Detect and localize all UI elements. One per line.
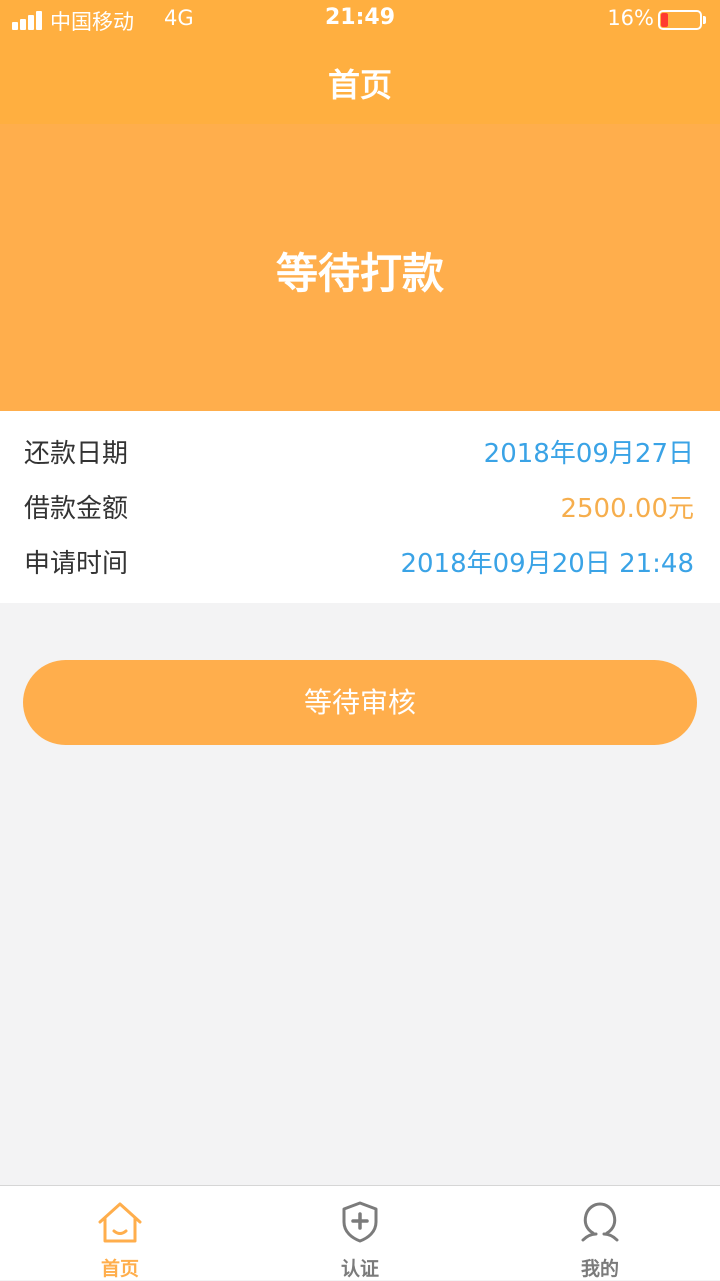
info-row-apply-time: 申请时间 2018年09月20日 21:48 [0, 533, 720, 589]
hero-banner: 等待打款 [0, 124, 720, 411]
info-row-loan-amount: 借款金额 2500.00元 [0, 478, 720, 534]
info-value: 2500.00元 [560, 494, 694, 524]
page-title: 首页 [327, 66, 392, 104]
tab-label: 我的 [580, 1258, 619, 1280]
tab-verify[interactable]: 认证 [240, 1186, 480, 1281]
loan-status-text: 等待打款 [275, 249, 444, 298]
battery-percent: 16% [607, 6, 654, 30]
pending-review-button[interactable]: 等待审核 [23, 660, 697, 745]
info-label: 申请时间 [24, 549, 129, 579]
shield-plus-icon [342, 1201, 378, 1243]
info-value: 2018年09月20日 21:48 [400, 549, 694, 579]
tab-mine[interactable]: 我的 [480, 1186, 720, 1281]
tab-bar: 首页 认证 我的 [0, 1185, 720, 1280]
tab-label: 首页 [100, 1258, 139, 1280]
user-icon [581, 1202, 619, 1242]
info-label: 还款日期 [24, 439, 129, 469]
status-bar: 中国移动 4G 21:49 16% [0, 0, 720, 40]
top-bar: 中国移动 4G 21:49 16% 首页 [0, 0, 720, 124]
home-icon [98, 1202, 142, 1243]
tab-home[interactable]: 首页 [0, 1186, 240, 1281]
info-label: 借款金额 [24, 494, 129, 524]
loan-info-card: 还款日期 2018年09月27日 借款金额 2500.00元 申请时间 2018… [0, 411, 720, 603]
battery-icon [658, 10, 706, 30]
tab-label: 认证 [340, 1258, 379, 1280]
info-value: 2018年09月27日 [483, 439, 694, 469]
info-row-repay-date: 还款日期 2018年09月27日 [0, 423, 720, 479]
